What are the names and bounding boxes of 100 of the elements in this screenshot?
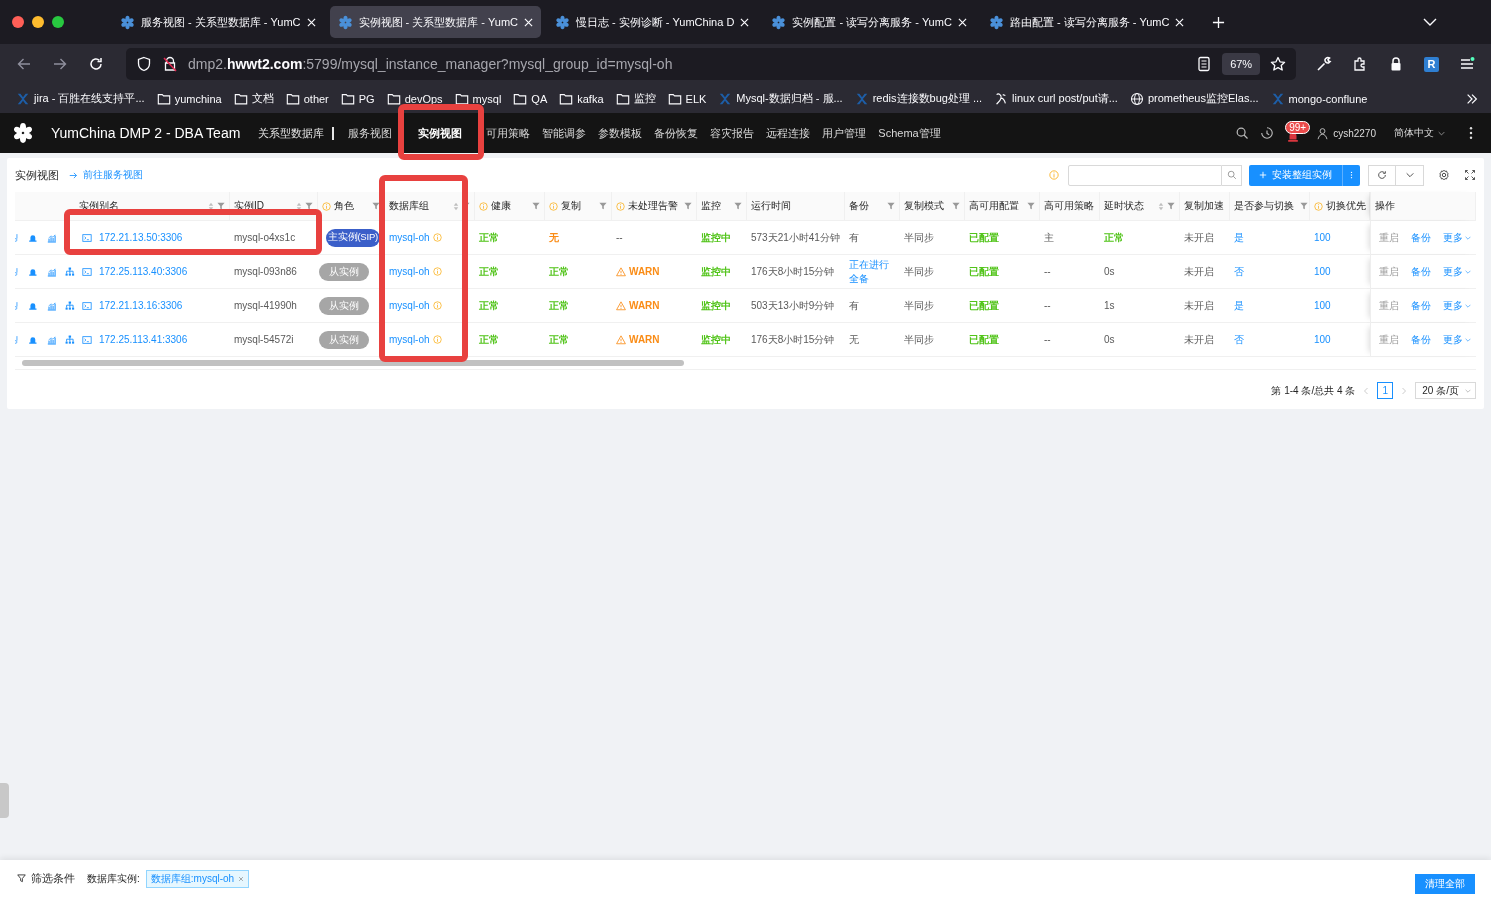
- more-icon[interactable]: [1469, 126, 1473, 140]
- caret-icon[interactable]: [1465, 269, 1471, 274]
- zoom-level-button[interactable]: 67%: [1222, 53, 1261, 75]
- bell-icon[interactable]: [27, 300, 38, 311]
- filter-icon[interactable]: [599, 202, 607, 210]
- topology-icon[interactable]: [65, 300, 75, 311]
- wrench-icon[interactable]: [1316, 56, 1333, 72]
- language-select[interactable]: 简体中文: [1394, 126, 1445, 140]
- caret-icon[interactable]: [1465, 303, 1471, 308]
- bookmark[interactable]: prometheus监控Elas...: [1129, 91, 1259, 106]
- refresh-icon[interactable]: [1377, 170, 1387, 180]
- nav-item[interactable]: 远程连接: [766, 125, 811, 141]
- bookmark[interactable]: PG: [340, 91, 375, 106]
- info-icon[interactable]: [432, 267, 442, 276]
- bookmark[interactable]: 监控: [615, 91, 656, 106]
- bell-icon[interactable]: [27, 334, 38, 345]
- bookmark[interactable]: 文档: [233, 91, 274, 106]
- bell-icon[interactable]: [27, 232, 38, 243]
- nav-item[interactable]: 实例视图: [404, 125, 475, 141]
- browser-tab[interactable]: 实例视图 - 关系型数据库 - YumC: [329, 6, 542, 38]
- filter-icon[interactable]: [734, 202, 742, 210]
- search-field[interactable]: [1068, 164, 1222, 186]
- page-size-select[interactable]: 20 条/页: [1415, 382, 1476, 399]
- filter-icon[interactable]: [217, 202, 225, 210]
- zoom-window-button[interactable]: [52, 16, 64, 28]
- history-icon[interactable]: [1260, 126, 1275, 140]
- sort-icon[interactable]: [296, 201, 302, 211]
- sort-icon[interactable]: [453, 201, 459, 211]
- bookmark[interactable]: kafka: [559, 91, 604, 106]
- bookmark[interactable]: other: [285, 91, 329, 106]
- caret-icon[interactable]: [1465, 337, 1471, 342]
- bell-icon[interactable]: [27, 266, 38, 277]
- profile-button[interactable]: R: [1424, 56, 1439, 72]
- terminal-icon[interactable]: [82, 266, 92, 277]
- star-icon[interactable]: [1270, 56, 1287, 72]
- user-icon[interactable]: [1316, 126, 1330, 140]
- search-icon[interactable]: [1235, 126, 1250, 140]
- info-icon[interactable]: [432, 233, 442, 242]
- browser-tab[interactable]: 实例配置 - 读写分离服务 - YumC: [763, 6, 975, 38]
- shield-icon[interactable]: [136, 56, 152, 72]
- bookmark[interactable]: redis连接数bug处理 ...: [854, 91, 983, 106]
- bookmark[interactable]: ELK: [667, 91, 707, 106]
- browser-tab[interactable]: 服务视图 - 关系型数据库 - YumC: [112, 6, 324, 38]
- nav-item[interactable]: Schema管理: [878, 125, 941, 141]
- bookmark[interactable]: mysql: [454, 91, 502, 106]
- caret-icon[interactable]: [1465, 388, 1471, 393]
- reload-icon[interactable]: [88, 56, 104, 72]
- caret-icon[interactable]: [1465, 235, 1471, 240]
- bookmark[interactable]: jira - 百胜在线支持平...: [16, 91, 145, 106]
- info-icon[interactable]: [1314, 201, 1323, 211]
- info-icon[interactable]: [432, 335, 442, 344]
- chart-icon[interactable]: [46, 334, 57, 345]
- arrow-right-icon[interactable]: [69, 170, 78, 180]
- browser-tab[interactable]: 路由配置 - 读写分离服务 - YumC: [980, 6, 1193, 38]
- settings-icon[interactable]: [1438, 169, 1450, 181]
- plus-icon[interactable]: [1259, 171, 1267, 179]
- filter-icon[interactable]: [305, 202, 313, 210]
- bookmark[interactable]: QA: [513, 91, 548, 106]
- chart-icon[interactable]: [46, 300, 57, 311]
- logo-icon[interactable]: [12, 122, 34, 144]
- filter-icon[interactable]: [1167, 202, 1175, 210]
- nav-item[interactable]: 备份恢复: [654, 125, 699, 141]
- bookmark[interactable]: yumchina: [156, 91, 222, 106]
- filter-icon[interactable]: [372, 202, 380, 210]
- chevron-down-icon[interactable]: [1423, 18, 1437, 26]
- caret-icon[interactable]: [1438, 130, 1445, 136]
- nav-item[interactable]: 可用策略: [486, 125, 531, 141]
- more-bookmarks-icon[interactable]: [1465, 91, 1479, 106]
- fullscreen-icon[interactable]: [1464, 169, 1476, 181]
- chart-icon[interactable]: [46, 266, 57, 277]
- bookmark[interactable]: Mysql-数据归档 - 服...: [718, 91, 843, 106]
- chart-icon[interactable]: [46, 232, 57, 243]
- info-icon[interactable]: [432, 301, 442, 310]
- info-icon[interactable]: [322, 201, 331, 211]
- minimize-window-button[interactable]: [32, 16, 44, 28]
- address-bar[interactable]: dmp2.hwwt2.com:5799/mysql_instance_manager?mysql_group_id=mysql-oh 67%: [126, 48, 1297, 80]
- bookmark[interactable]: devOps: [386, 91, 443, 106]
- filter-icon[interactable]: [952, 202, 960, 210]
- back-icon[interactable]: [16, 56, 32, 72]
- terminal-icon[interactable]: [82, 232, 92, 243]
- reader-view-icon[interactable]: [1196, 56, 1213, 72]
- topology-icon[interactable]: [65, 266, 75, 277]
- bookmark[interactable]: linux curl post/put请...: [994, 91, 1118, 106]
- user-name[interactable]: cysh2270: [1333, 127, 1376, 139]
- nav-item[interactable]: 服务视图: [348, 125, 393, 141]
- close-window-button[interactable]: [12, 16, 24, 28]
- more-actions-button[interactable]: [1342, 164, 1360, 186]
- sort-icon[interactable]: [1158, 201, 1164, 211]
- horizontal-scrollbar[interactable]: [15, 357, 1476, 370]
- lock-warning-icon[interactable]: [162, 56, 178, 72]
- terminal-icon[interactable]: [82, 334, 92, 345]
- search-button[interactable]: [1222, 164, 1242, 186]
- info-icon[interactable]: [479, 201, 488, 211]
- nav-item[interactable]: 用户管理: [822, 125, 867, 141]
- section-menu[interactable]: 关系型数据库: [258, 125, 325, 141]
- filter-icon[interactable]: [1027, 202, 1035, 210]
- browser-tab[interactable]: 慢日志 - 实例诊断 - YumChina D: [547, 6, 758, 38]
- topology-icon[interactable]: [65, 334, 75, 345]
- terminal-icon[interactable]: [82, 300, 92, 311]
- info-icon[interactable]: [549, 201, 558, 211]
